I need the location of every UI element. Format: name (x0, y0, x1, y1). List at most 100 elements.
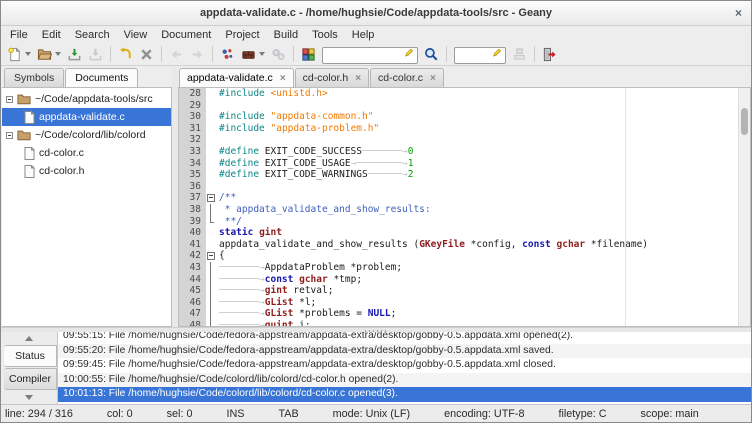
tree-item[interactable]: ~/Code/appdata-tools/src (2, 90, 171, 108)
fold-margin (206, 123, 216, 135)
tree-expander-icon[interactable] (6, 132, 13, 139)
clear-entry-icon[interactable] (405, 47, 416, 65)
status-message-row[interactable]: 10:01:13: File /home/hughsie/Code/colord… (58, 387, 751, 402)
compile-button[interactable] (218, 44, 237, 64)
window-close-button[interactable]: × (735, 5, 742, 21)
fold-line-icon (206, 262, 216, 274)
code-line[interactable]: 35#define EXIT_CODE_WARNINGS──────→2 (179, 169, 738, 181)
close-file-button[interactable] (137, 44, 156, 64)
code-line[interactable]: 28#include <unistd.h> (179, 88, 738, 100)
status-message-row[interactable]: 10:00:55: File /home/hughsie/Code/colord… (58, 373, 751, 388)
status-message-row[interactable]: 09:59:45: File /home/hughsie/Code/fedora… (58, 358, 751, 373)
build-button[interactable] (239, 44, 267, 64)
tree-item[interactable]: appdata-validate.c (2, 108, 171, 126)
code-line[interactable]: 30#include "appdata-common.h" (179, 111, 738, 123)
fold-open-icon[interactable] (206, 250, 216, 262)
quit-button[interactable] (540, 44, 559, 64)
code-line[interactable]: 41appdata_validate_and_show_results (GKe… (179, 239, 738, 251)
tab-close-icon[interactable]: × (430, 73, 436, 84)
line-number: 44 (179, 274, 206, 286)
line-number: 46 (179, 297, 206, 309)
menu-file[interactable]: File (3, 28, 35, 42)
code-line[interactable]: 39 **/ (179, 216, 738, 228)
search-entry (322, 45, 418, 64)
code-line[interactable]: 42{ (179, 250, 738, 262)
status-message-row[interactable]: 09:55:20: File /home/hughsie/Code/fedora… (58, 344, 751, 359)
code-lines[interactable]: 28#include <unistd.h>2930#include "appda… (179, 88, 738, 326)
code-line[interactable]: 48───────→guint i; (179, 320, 738, 326)
menu-search[interactable]: Search (68, 28, 117, 42)
code-line[interactable]: 37/** (179, 192, 738, 204)
tree-item[interactable]: cd-color.h (2, 162, 171, 180)
code-line[interactable]: 47───────→GList *problems = NULL; (179, 308, 738, 320)
fold-margin (206, 169, 216, 181)
menu-document[interactable]: Document (154, 28, 218, 42)
code-line[interactable]: 46───────→GList *l; (179, 297, 738, 309)
new-file-button[interactable] (5, 44, 33, 64)
fold-open-icon[interactable] (206, 192, 216, 204)
message-splitter[interactable] (1, 327, 751, 332)
clear-entry-icon[interactable] (493, 47, 504, 65)
color-chooser-button[interactable] (299, 44, 318, 64)
tree-item[interactable]: ~/Code/colord/lib/colord (2, 126, 171, 144)
code-line[interactable]: 43───────→AppdataProblem *problem; (179, 262, 738, 274)
file-icon (24, 111, 35, 124)
toolbar-separator (534, 46, 535, 62)
line-number: 35 (179, 169, 206, 181)
editor-tab[interactable]: appdata-validate.c× (179, 68, 294, 87)
toolbar (1, 43, 751, 66)
new-file-icon (7, 47, 22, 62)
code-line[interactable]: 31#include "appdata-problem.h" (179, 123, 738, 135)
editor-scrollbar-thumb[interactable] (741, 108, 748, 135)
message-tab-compiler[interactable]: Compiler (4, 368, 57, 390)
menu-view[interactable]: View (117, 28, 155, 42)
menu-project[interactable]: Project (218, 28, 266, 42)
code-line[interactable]: 38 * appdata_validate_and_show_results: (179, 204, 738, 216)
build-dropdown-icon[interactable] (259, 52, 265, 56)
new-file-dropdown-icon[interactable] (25, 52, 31, 56)
menu-help[interactable]: Help (345, 28, 382, 42)
code-line[interactable]: 40static gint (179, 227, 738, 239)
code-line[interactable]: 44───────→const gchar *tmp; (179, 274, 738, 286)
editor-tab[interactable]: cd-color.h× (295, 68, 369, 87)
tab-scroll-down[interactable] (1, 391, 57, 404)
tab-close-icon[interactable]: × (280, 73, 286, 84)
tree-item-label: ~/Code/colord/lib/colord (35, 129, 146, 141)
message-panel: StatusCompiler 09:55:15: File /home/hugh… (1, 332, 751, 404)
status-message-row[interactable]: 09:55:15: File /home/hughsie/Code/fedora… (58, 332, 751, 344)
tree-item-label: appdata-validate.c (39, 111, 125, 123)
tree-item[interactable]: cd-color.c (2, 144, 171, 162)
save-button[interactable] (65, 44, 84, 64)
goto-entry (454, 45, 506, 64)
nav-back-icon (169, 47, 184, 62)
code-text (216, 181, 219, 193)
revert-button[interactable] (116, 44, 135, 64)
code-line[interactable]: 32 (179, 134, 738, 146)
code-line[interactable]: 36 (179, 181, 738, 193)
code-line[interactable]: 29 (179, 100, 738, 112)
titlebar: appdata-validate.c - /home/hughsie/Code/… (1, 1, 751, 26)
code-line[interactable]: 34#define EXIT_CODE_USAGE→────────→1 (179, 158, 738, 170)
code-area[interactable]: 28#include <unistd.h>2930#include "appda… (178, 87, 751, 327)
code-line[interactable]: 33#define EXIT_CODE_SUCCESS───────→0 (179, 146, 738, 158)
build-icon (241, 47, 256, 62)
menubar: FileEditSearchViewDocumentProjectBuildTo… (1, 26, 751, 43)
tab-scroll-up[interactable] (1, 332, 57, 345)
code-line[interactable]: 45───────→gint retval; (179, 285, 738, 297)
open-folder-dropdown-icon[interactable] (55, 52, 61, 56)
editor-scrollbar[interactable] (738, 88, 750, 326)
line-number: 38 (179, 204, 206, 216)
message-tab-status[interactable]: Status (4, 345, 57, 367)
nav-forward-icon (190, 47, 205, 62)
sidebar-tab-documents[interactable]: Documents (65, 68, 138, 87)
menu-edit[interactable]: Edit (35, 28, 68, 42)
menu-tools[interactable]: Tools (305, 28, 345, 42)
sidebar-tab-symbols[interactable]: Symbols (4, 68, 64, 87)
tab-close-icon[interactable]: × (355, 73, 361, 84)
tree-expander-icon[interactable] (6, 96, 13, 103)
search-button[interactable] (422, 44, 441, 64)
open-folder-button[interactable] (35, 44, 63, 64)
editor-tab[interactable]: cd-color.c× (370, 68, 444, 87)
menu-build[interactable]: Build (267, 28, 305, 42)
search-input[interactable] (322, 47, 418, 64)
